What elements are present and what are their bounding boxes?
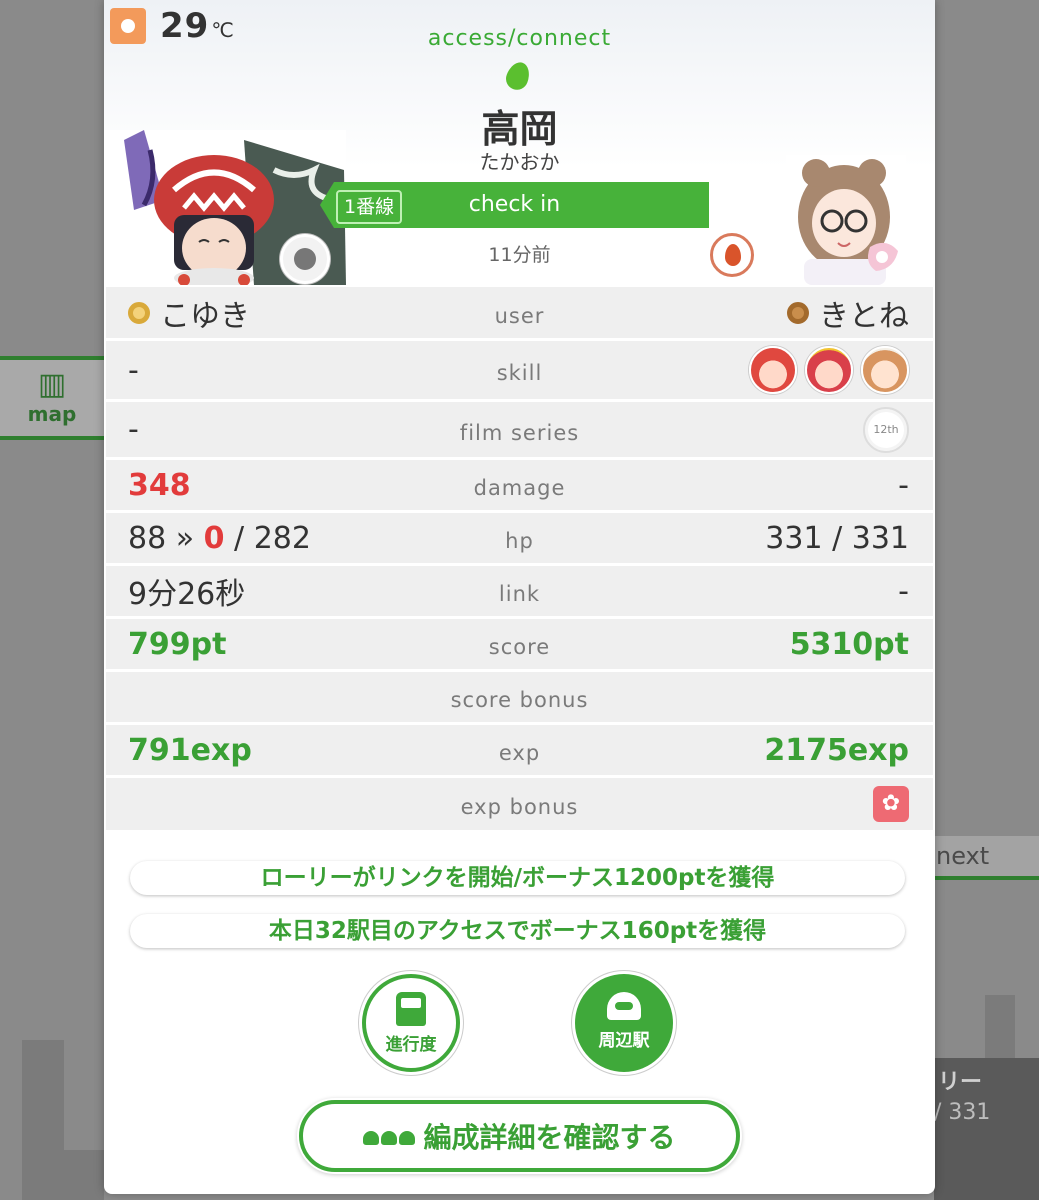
user-rank-coin-icon — [787, 301, 809, 324]
background-left — [0, 0, 104, 1200]
row-label-score-bonus: score bonus — [450, 688, 589, 712]
background-building — [985, 995, 1015, 1060]
row-hp: 88 » 0 / 282 hp 331 / 331 — [106, 513, 933, 566]
skill-denco-avatar — [749, 346, 797, 394]
team-detail-button[interactable]: 編成詳細を確認する — [299, 1100, 740, 1172]
skill-denco-avatar — [805, 346, 853, 394]
defender-exp-bonus — [873, 778, 909, 830]
row-skill: - skill — [106, 341, 933, 402]
background-denco-hp: / 331 — [934, 1100, 991, 1125]
temperature-value: 29 — [160, 6, 210, 46]
nearby-stations-button-label: 周辺駅 — [598, 1031, 650, 1051]
row-label-exp-bonus: exp bonus — [460, 795, 579, 819]
defender-user: きとね — [787, 287, 909, 338]
defender-link-time: - — [898, 573, 909, 609]
background-denco-name: リー — [938, 1070, 983, 1095]
bonus-message: ローリーがリンクを開始/ボーナス1200ptを獲得 — [130, 861, 905, 895]
temperature-unit: ℃ — [211, 18, 234, 42]
team-icon — [363, 1129, 417, 1145]
check-in-label: check in — [468, 192, 561, 217]
defender-damage: - — [898, 467, 909, 503]
defender-skill-avatars — [741, 341, 909, 399]
row-damage: 348 damage - — [106, 460, 933, 513]
row-score: 799pt score 5310pt — [106, 619, 933, 672]
row-label-damage: damage — [473, 476, 566, 500]
row-label-film-series: film series — [459, 420, 580, 445]
row-label-link: link — [498, 582, 541, 606]
map-tab[interactable]: ▥ map — [0, 356, 104, 440]
fire-attribute-icon — [710, 233, 754, 277]
next-tab[interactable]: next — [934, 836, 1039, 880]
defender-exp: 2175exp — [764, 732, 909, 768]
access-result-table: こゆき user きとね - skill - film series 12th — [104, 287, 935, 833]
team-detail-button-label: 編成詳細を確認する — [423, 1121, 676, 1154]
defender-character-image — [786, 155, 906, 285]
weather-indicator: 29 ℃ — [110, 6, 234, 46]
background-denco-panel: リー / 331 — [934, 1058, 1039, 1200]
leaf-icon — [502, 59, 534, 93]
row-score-bonus: score bonus — [106, 672, 933, 725]
lens-icon — [280, 234, 330, 284]
row-user: こゆき user きとね — [106, 287, 933, 341]
next-label: next — [936, 842, 990, 870]
defender-score: 5310pt — [789, 626, 909, 662]
defender-film: 12th — [863, 402, 909, 457]
defender-user-name: きとね — [819, 298, 909, 334]
progress-button[interactable]: 進行度 — [362, 974, 460, 1072]
row-link: 9分26秒 link - — [106, 566, 933, 619]
station-dome-icon — [607, 992, 641, 1020]
background-building — [60, 1150, 104, 1200]
row-exp: 791exp exp 2175exp — [106, 725, 933, 778]
film-series-badge-icon: 12th — [863, 406, 909, 453]
row-film-series: - film series 12th — [106, 402, 933, 460]
train-icon — [396, 992, 426, 1026]
defender-hp: 331 / 331 — [765, 520, 909, 556]
line-number-badge: 1番線 — [336, 190, 403, 224]
map-icon: ▥ — [37, 367, 67, 402]
bonus-message: 本日32駅目のアクセスでボーナス160ptを獲得 — [130, 914, 905, 948]
map-label: map — [27, 402, 77, 426]
exp-bonus-icon — [873, 786, 909, 822]
access-result-dialog: access/connect 高岡 たかおか check in 1番線 11分前… — [104, 0, 935, 1194]
row-exp-bonus: exp bonus — [106, 778, 933, 833]
progress-button-label: 進行度 — [385, 1035, 437, 1055]
background-building — [22, 1040, 64, 1200]
skill-denco-avatar — [861, 346, 909, 394]
sun-icon — [110, 8, 146, 44]
nearby-stations-button[interactable]: 周辺駅 — [575, 974, 673, 1072]
